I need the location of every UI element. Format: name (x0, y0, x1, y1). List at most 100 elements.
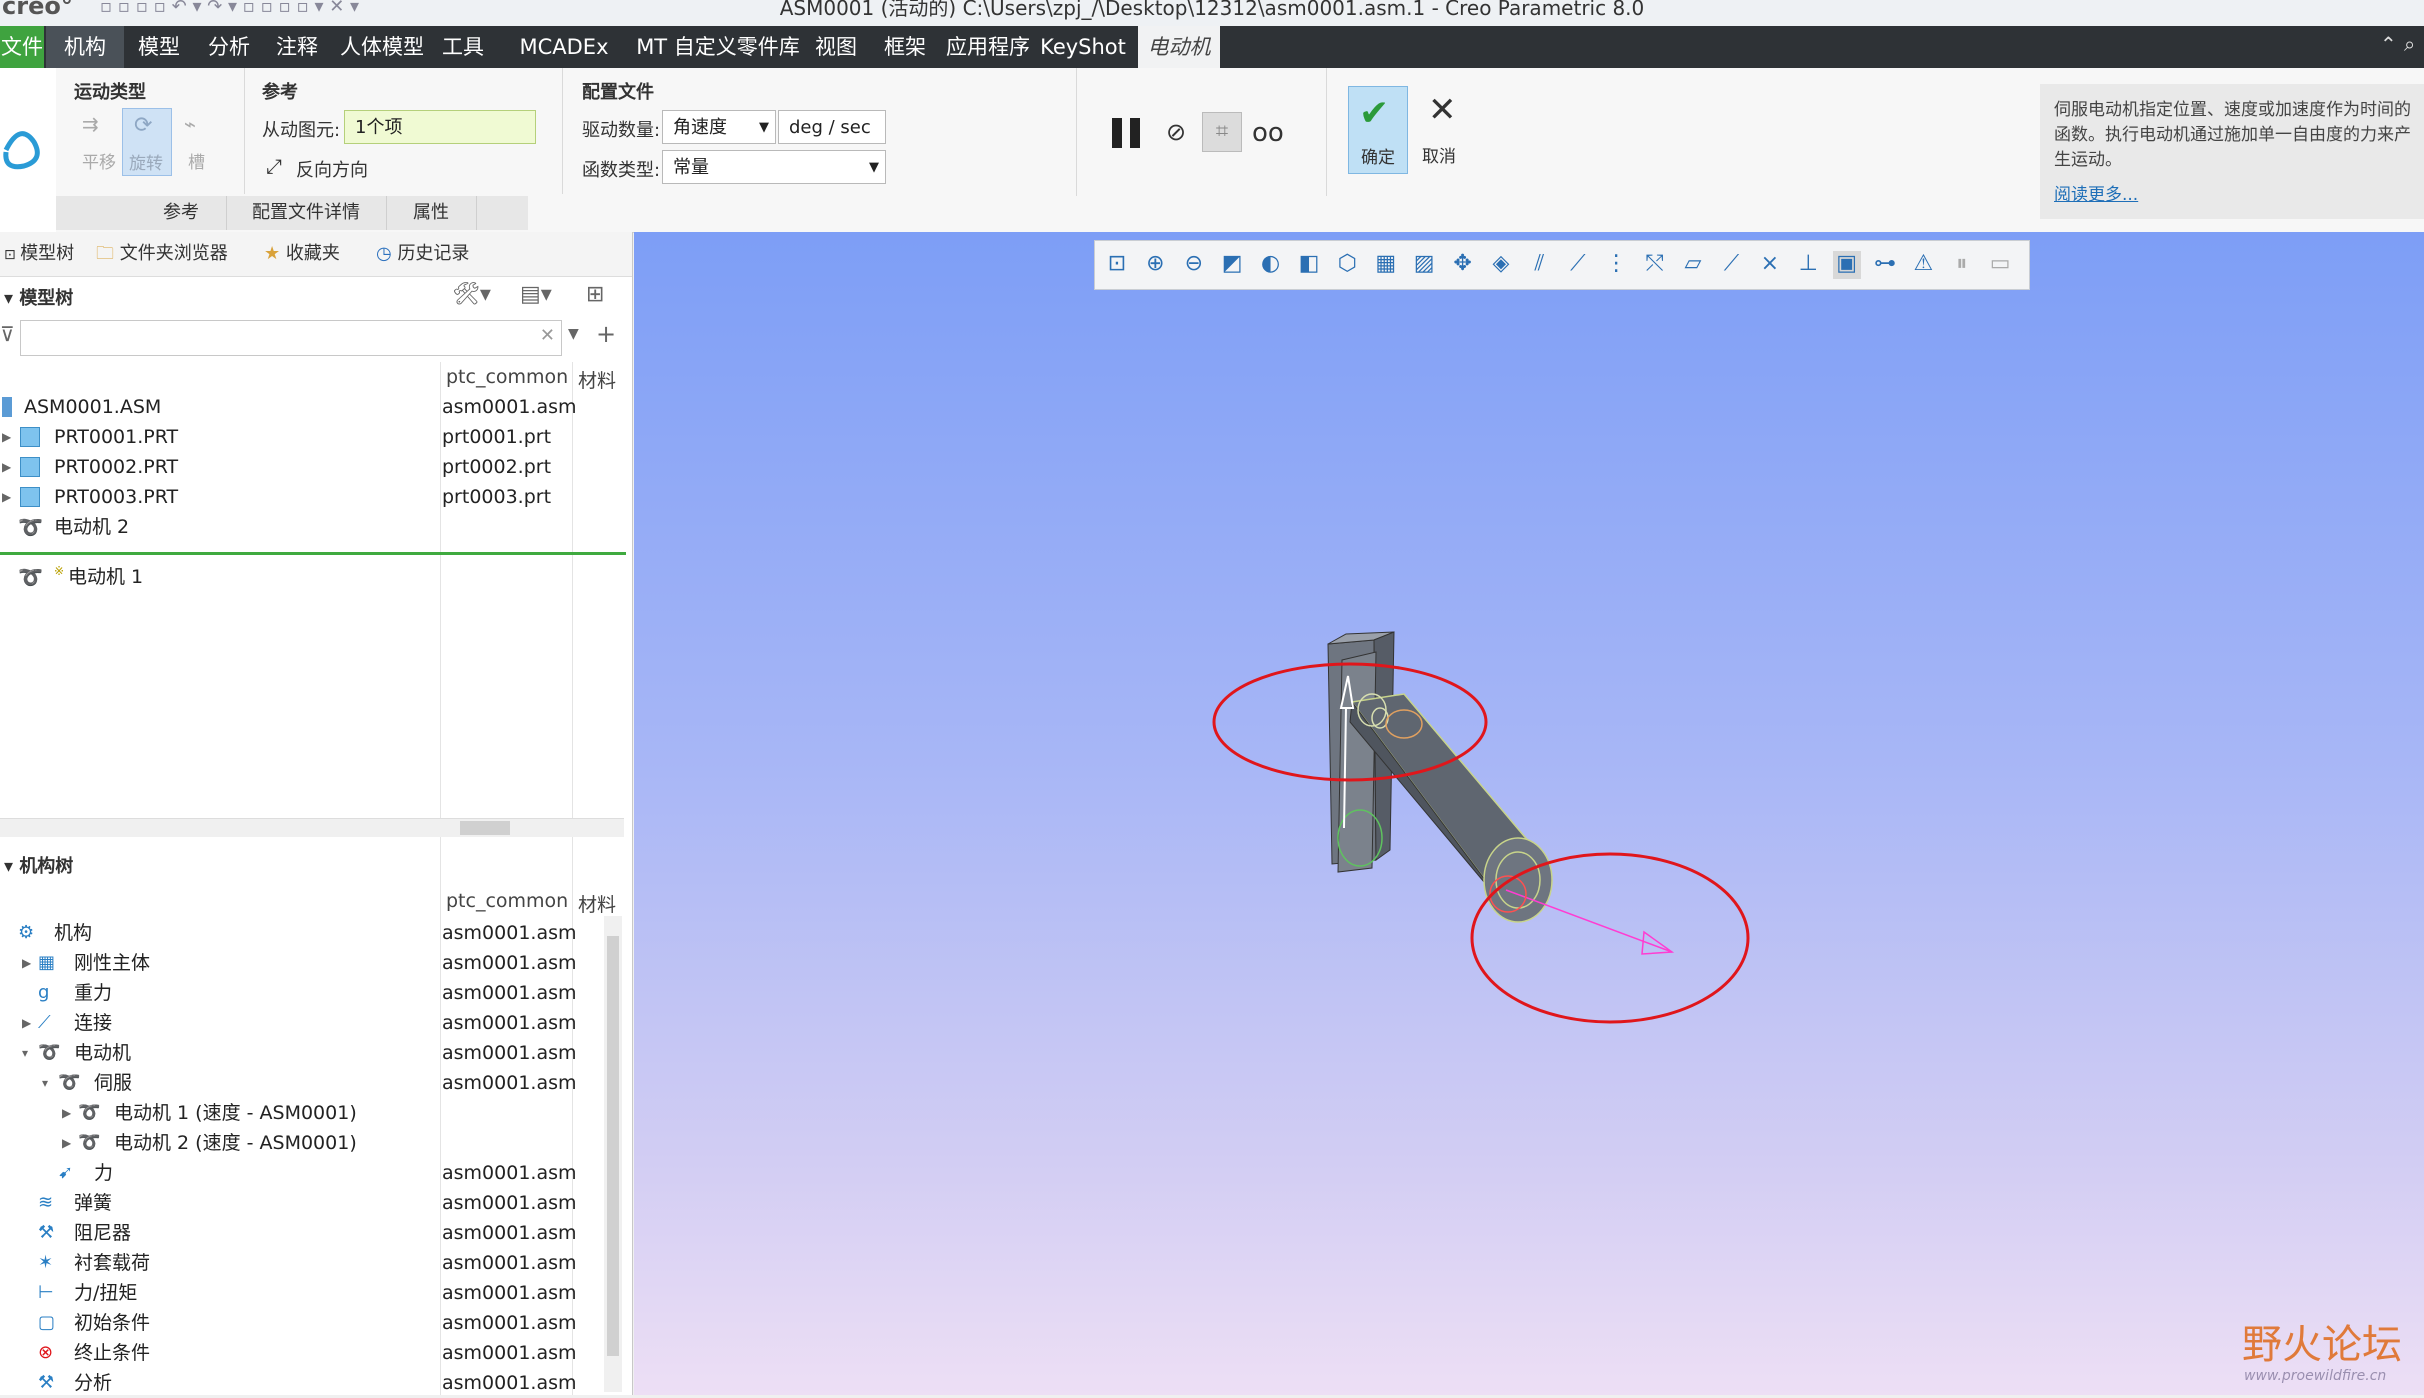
menu-framework[interactable]: 框架 (872, 26, 938, 68)
tree-row[interactable]: ▶ ➰ 电动机 1 (速度 - ASM0001) (0, 1098, 600, 1128)
column-ptc-common[interactable]: ptc_common (446, 890, 568, 912)
pause-icon[interactable]: ⏸ (1948, 251, 1976, 279)
horizontal-scrollbar[interactable] (0, 818, 624, 837)
column-ptc-common[interactable]: ptc_common (446, 366, 568, 388)
preview-glasses-icon[interactable]: oo (1252, 118, 1284, 148)
settings-icon[interactable]: 🛠▾ (452, 282, 491, 307)
tab-properties[interactable]: 属性 (386, 196, 477, 230)
saved-views-icon[interactable]: ⬡ (1333, 251, 1361, 279)
vertical-scrollbar[interactable] (604, 916, 622, 1392)
show-icon[interactable]: ▤▾ (520, 282, 552, 307)
view-cube-icon[interactable]: ◧ (1295, 251, 1323, 279)
shading-icon[interactable]: ◐ (1257, 251, 1285, 279)
tree-row[interactable]: ⊗ 终止条件 asm0001.asm (0, 1338, 600, 1368)
slot-button[interactable]: ⌁ 槽 (178, 108, 218, 176)
reverse-direction-button[interactable]: 反向方向 (296, 156, 368, 182)
tab-model-tree[interactable]: ⊡ 模型树 (4, 238, 74, 270)
tree-row[interactable]: ▾ ➰ 伺服 asm0001.asm (0, 1068, 600, 1098)
menu-annotate[interactable]: 注释 (264, 26, 330, 68)
tree-row[interactable]: ▶ ➰ 电动机 2 (速度 - ASM0001) (0, 1128, 600, 1158)
connection-icon[interactable]: ⊶ (1871, 251, 1899, 279)
menu-analysis[interactable]: 分析 (196, 26, 262, 68)
menu-file[interactable]: 文件 (0, 26, 44, 68)
disabled-icon[interactable]: ▭ (1986, 251, 2014, 279)
expand-icon[interactable]: ▾ (42, 1068, 48, 1098)
menu-motor-active[interactable]: 电动机 (1138, 26, 1220, 68)
ok-button[interactable]: ✔ 确定 (1348, 86, 1408, 174)
menu-applications[interactable]: 应用程序 (940, 26, 1036, 68)
tab-history[interactable]: ◷ 历史记录 (376, 238, 469, 270)
geometry-check-icon[interactable]: ⌗ (1202, 112, 1242, 152)
tree-row[interactable]: ✶ 衬套载荷 asm0001.asm (0, 1248, 600, 1278)
menu-manikin[interactable]: 人体模型 (332, 26, 432, 68)
axis-tag-icon[interactable]: ⟋ (1717, 251, 1745, 279)
tree-row[interactable]: ▶ PRT0001.PRT prt0001.prt (0, 422, 630, 452)
tree-row[interactable]: ASM0001.ASM asm0001.asm (0, 392, 630, 422)
tree-row[interactable]: ▢ 初始条件 asm0001.asm (0, 1308, 600, 1338)
expand-icon[interactable]: ▶ (22, 948, 31, 978)
translate-button[interactable]: ⇉ 平移 (74, 108, 118, 176)
tree-row[interactable]: ▶ ▦ 刚性主体 asm0001.asm (0, 948, 600, 978)
menu-mechanism[interactable]: 机构 (46, 26, 124, 68)
tab-reference[interactable]: 参考 (136, 196, 227, 230)
plane-tag-icon[interactable]: ▱ (1679, 251, 1707, 279)
appearance-icon[interactable]: ▣ (1832, 251, 1861, 279)
tree-row[interactable]: ⚒ 阻尼器 asm0001.asm (0, 1218, 600, 1248)
add-icon[interactable]: + (596, 320, 616, 348)
search-input[interactable]: ✕ (20, 320, 562, 356)
cancel-button[interactable]: ✕ 取消 (1416, 86, 1468, 174)
menu-mt-part-library[interactable]: MT 自定义零件库工具 (632, 26, 804, 101)
tree-row[interactable]: ▶ ⟋ 连接 asm0001.asm (0, 1008, 600, 1038)
point-icon[interactable]: ⋮ (1602, 251, 1630, 279)
tree-row[interactable]: ▶ PRT0003.PRT prt0003.prt (0, 482, 630, 512)
datum-axes-icon[interactable]: ⟋ (1564, 251, 1592, 279)
driven-entity-field[interactable]: 1个项 (344, 110, 536, 144)
zoom-in-icon[interactable]: ⊕ (1141, 251, 1169, 279)
display-style-icon[interactable]: ▦ (1372, 251, 1400, 279)
tab-profile-details[interactable]: 配置文件详情 (226, 196, 387, 230)
expand-icon[interactable]: ▶ (62, 1128, 71, 1158)
expand-icon[interactable]: ▾ (22, 1038, 28, 1068)
search-icon[interactable]: ⌕ (2404, 32, 2415, 56)
tree-row[interactable]: ▾ ➰ 电动机 asm0001.asm (0, 1038, 600, 1068)
annotation-icon[interactable]: ◈ (1487, 251, 1515, 279)
tree-row[interactable]: ➹ 力 asm0001.asm (0, 1158, 600, 1188)
tree-row[interactable]: ⚙ 机构 asm0001.asm (0, 918, 600, 948)
tab-favorites[interactable]: ★ 收藏夹 (264, 238, 340, 270)
repaint-icon[interactable]: ◩ (1218, 251, 1246, 279)
menu-tools[interactable]: 工具 (428, 26, 498, 68)
zoom-out-icon[interactable]: ⊖ (1180, 251, 1208, 279)
spin-center-icon[interactable]: ✥ (1449, 251, 1477, 279)
menu-model[interactable]: 模型 (126, 26, 192, 68)
tree-row[interactable]: ▶ PRT0002.PRT prt0002.prt (0, 452, 630, 482)
tab-folder-browser[interactable]: 🗀 文件夹浏览器 (96, 238, 228, 270)
tree-row[interactable]: ⊢ 力/扭矩 asm0001.asm (0, 1278, 600, 1308)
collapse-ribbon-icon[interactable]: ⌃ (2380, 32, 2397, 56)
expand-icon[interactable]: ▶ (22, 1008, 31, 1038)
column-material[interactable]: 材料 (578, 890, 616, 917)
tree-filter-icon[interactable]: ⊞ (586, 282, 604, 307)
tree-row[interactable]: ≋ 弹簧 asm0001.asm (0, 1188, 600, 1218)
menu-mcadex-tools[interactable]: MCADEx Tools (500, 26, 628, 101)
csys-tag-icon[interactable]: ⊥ (1794, 251, 1822, 279)
menu-keyshot[interactable]: KeyShot (1040, 26, 1126, 68)
refit-icon[interactable]: ⊡ (1103, 251, 1131, 279)
tree-row[interactable]: ➰ ※ 电动机 1 (0, 562, 630, 592)
analysis-icon[interactable]: ⚠ (1909, 251, 1937, 279)
datum-planes-icon[interactable]: ⫽ (1525, 251, 1553, 279)
pause-icon[interactable] (1110, 116, 1144, 150)
function-type-select[interactable]: 常量 ▼ (662, 150, 886, 184)
tree-row[interactable]: ⚒ 分析 asm0001.asm (0, 1368, 600, 1398)
drive-quantity-select[interactable]: 角速度 ▼ (662, 110, 776, 144)
clear-icon[interactable]: ✕ (540, 325, 555, 346)
chevron-down-icon[interactable]: ▼ (568, 326, 579, 342)
tree-row[interactable]: ➰ 电动机 2 (0, 512, 630, 542)
csys-icon[interactable]: ⤲ (1641, 251, 1669, 279)
read-more-link[interactable]: 阅读更多... (2054, 180, 2138, 205)
column-material[interactable]: 材料 (578, 366, 616, 393)
rotate-button[interactable]: ⟳ 旋转 (122, 108, 172, 176)
perspective-icon[interactable]: ▨ (1410, 251, 1438, 279)
tree-row[interactable]: g 重力 asm0001.asm (0, 978, 600, 1008)
point-tag-icon[interactable]: × (1756, 251, 1784, 279)
graphics-viewport[interactable]: 野火论坛 www.proewildfire.cn (634, 232, 2424, 1395)
